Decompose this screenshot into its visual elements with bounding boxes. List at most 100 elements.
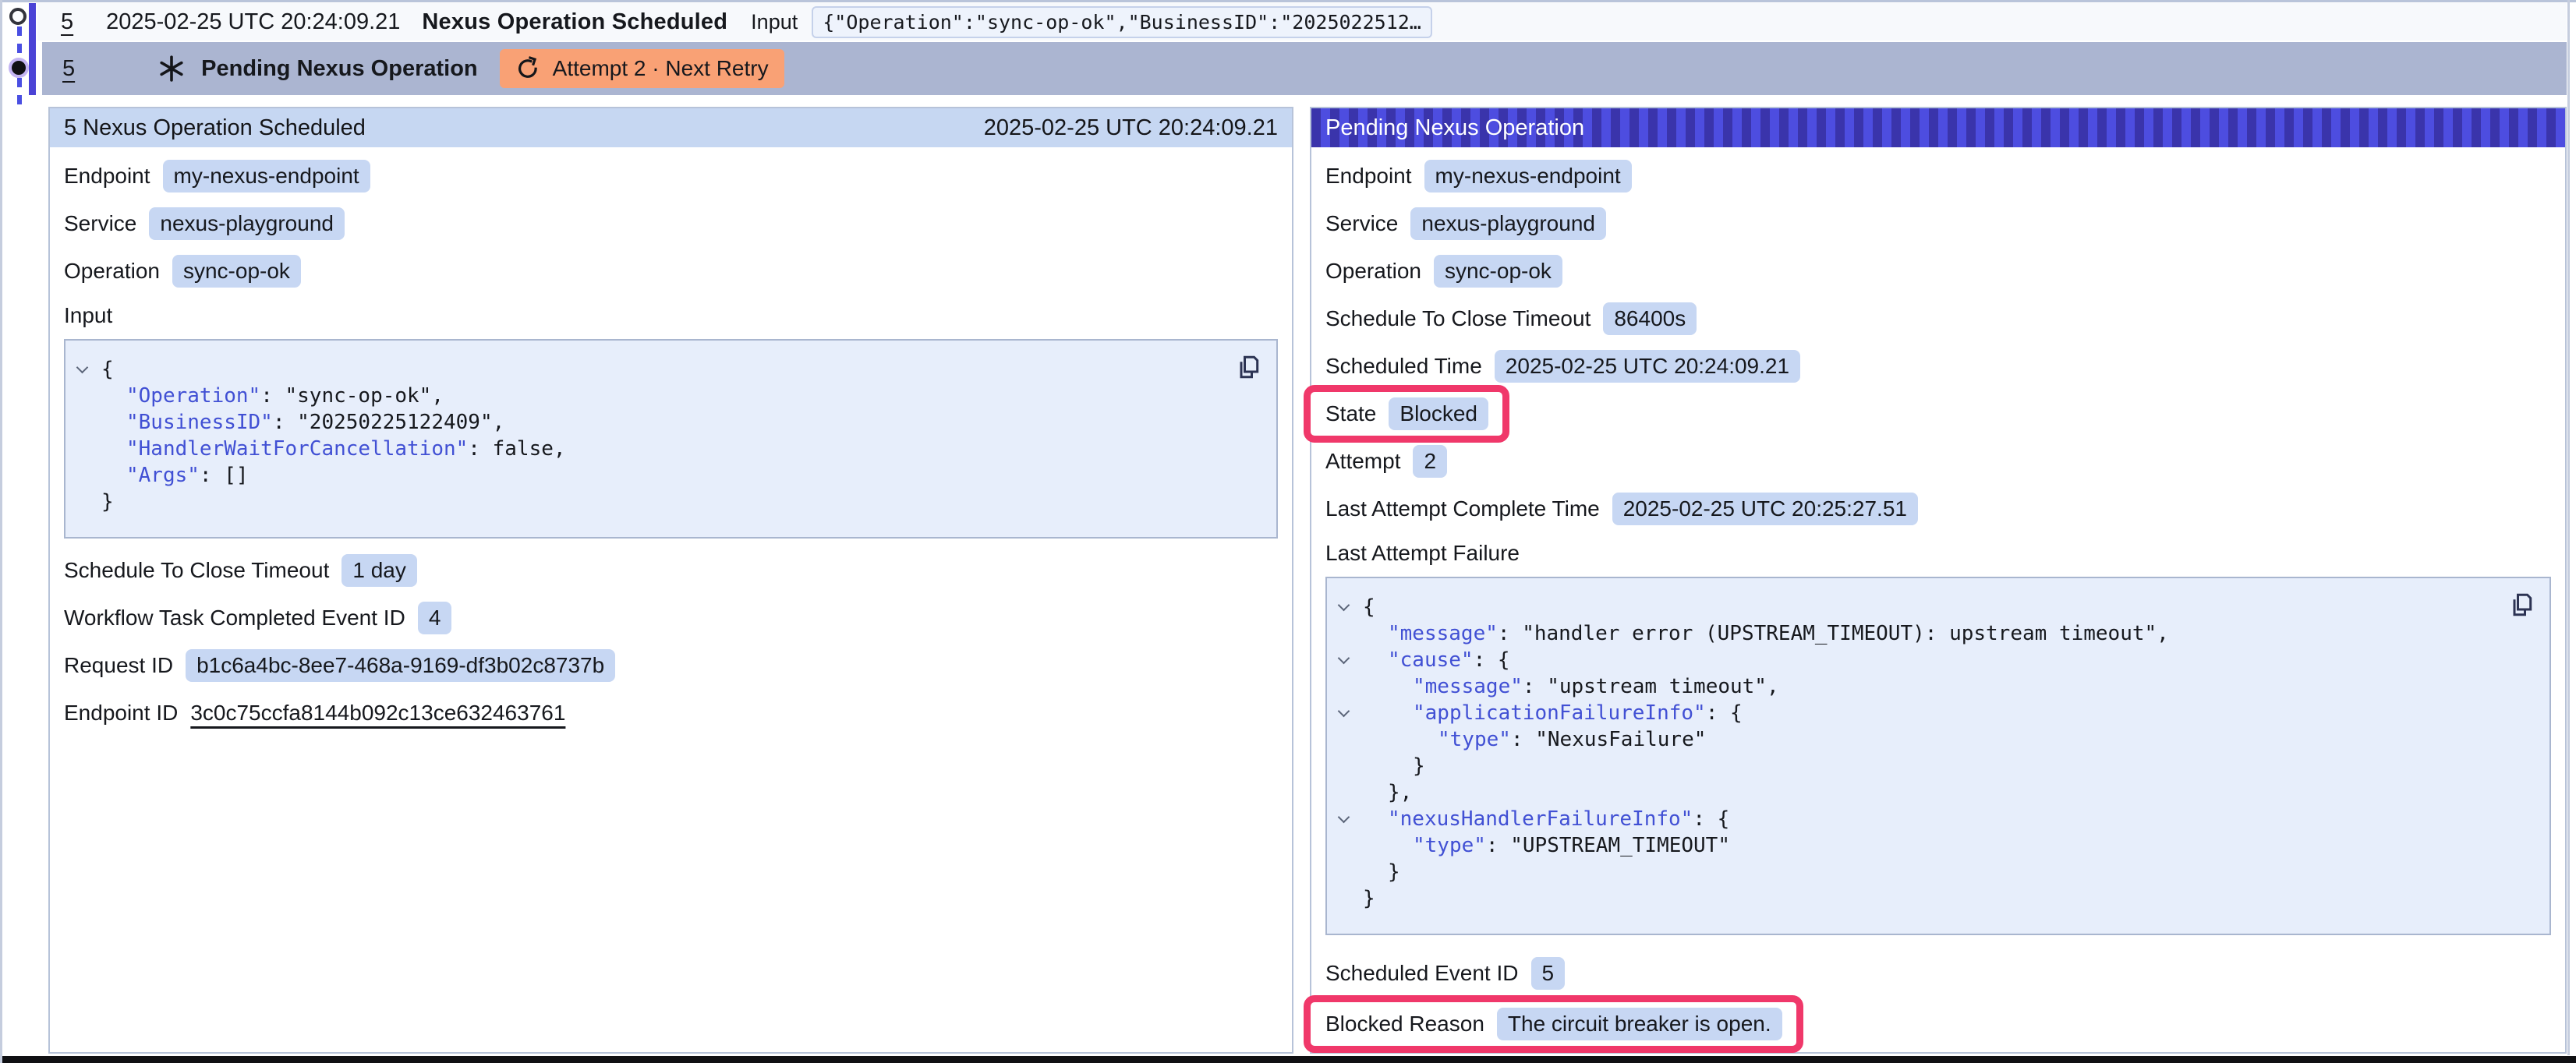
pending-nexus-operation-row[interactable]: 5 Pending Nexus Operation Attempt 2 · Ne… <box>42 42 2567 95</box>
json-text: : [] <box>200 464 249 487</box>
field-value-badge: 2025-02-25 UTC 20:25:27.51 <box>1612 493 1918 525</box>
json-line: "nexusHandlerFailureInfo": { <box>1327 806 2503 832</box>
field-operation: Operation sync-op-ok <box>1325 255 2551 288</box>
event-id-link[interactable]: 5 <box>61 9 73 35</box>
field-value-badge: 2 <box>1413 445 1447 478</box>
last-attempt-failure-label: Last Attempt Failure <box>1325 541 2551 566</box>
json-line: "cause": { <box>1327 647 2503 673</box>
field-label: Operation <box>64 259 160 284</box>
event-input-label: Input <box>751 10 798 34</box>
field-label: Workflow Task Completed Event ID <box>64 606 405 630</box>
json-key: "HandlerWaitForCancellation" <box>126 437 468 461</box>
field-label: Service <box>1325 211 1398 236</box>
field-label: Endpoint ID <box>64 701 178 726</box>
json-text: : "upstream timeout", <box>1523 675 1779 698</box>
pending-event-id-link[interactable]: 5 <box>62 56 75 82</box>
timeline-marker-filled-circle <box>9 58 29 78</box>
field-scheduled-event-id: Scheduled Event ID 5 <box>1325 957 2551 990</box>
collapse-chevron-icon[interactable] <box>1339 601 1349 610</box>
failure-json-viewer: {"message": "handler error (UPSTREAM_TIM… <box>1325 577 2551 935</box>
field-label: Endpoint <box>1325 164 1412 189</box>
event-row-nexus-operation-scheduled[interactable]: 5 2025-02-25 UTC 20:24:09.21 Nexus Opera… <box>37 3 2567 41</box>
field-label: Service <box>64 211 136 236</box>
field-label: Endpoint <box>64 164 150 189</box>
json-text: { <box>1363 595 1375 619</box>
field-value-badge: b1c6a4bc-8ee7-468a-9169-df3b02c8737b <box>186 649 615 682</box>
json-text: : { <box>1474 648 1510 672</box>
state-value-badge: Blocked <box>1389 397 1488 430</box>
field-label: Request ID <box>64 653 173 678</box>
field-label: Blocked Reason <box>1325 1012 1484 1037</box>
json-line: "Args": [] <box>65 462 1230 489</box>
json-line: "message": "handler error (UPSTREAM_TIME… <box>1327 620 2503 647</box>
state-highlight-annotation: State Blocked <box>1304 385 1509 443</box>
json-key: "type" <box>1438 728 1511 751</box>
field-request-id: Request ID b1c6a4bc-8ee7-468a-9169-df3b0… <box>64 649 1278 682</box>
json-line: "Operation": "sync-op-ok", <box>65 383 1230 409</box>
field-service: Service nexus-playground <box>1325 207 2551 240</box>
left-border <box>0 0 2 1063</box>
json-text: } <box>101 490 114 514</box>
json-line: } <box>1327 753 2503 779</box>
collapse-chevron-icon[interactable] <box>78 363 87 373</box>
blocked-reason-value-badge: The circuit breaker is open. <box>1497 1008 1782 1040</box>
field-value-badge: nexus-playground <box>149 207 345 240</box>
field-label: Scheduled Time <box>1325 354 1482 379</box>
json-text: : { <box>1693 807 1729 831</box>
active-event-group-indicator <box>29 3 36 95</box>
field-label: Operation <box>1325 259 1421 284</box>
json-line: { <box>1327 594 2503 620</box>
field-value-badge: 86400s <box>1603 302 1697 335</box>
field-schedule-to-close-timeout: Schedule To Close Timeout 1 day <box>64 554 1278 587</box>
json-key: "message" <box>1413 675 1523 698</box>
copy-icon[interactable] <box>2507 591 2535 619</box>
json-line: "applicationFailureInfo": { <box>1327 700 2503 726</box>
json-line: } <box>1327 885 2503 912</box>
field-value-badge: my-nexus-endpoint <box>163 160 370 192</box>
field-blocked-reason: Blocked Reason The circuit breaker is op… <box>1325 1008 2551 1040</box>
json-text: { <box>101 358 114 381</box>
json-text: : false, <box>468 437 565 461</box>
json-line: "HandlerWaitForCancellation": false, <box>65 436 1230 462</box>
field-last-attempt-complete-time: Last Attempt Complete Time 2025-02-25 UT… <box>1325 493 2551 525</box>
json-text: : "NexusFailure" <box>1511 728 1706 751</box>
json-text: : "handler error (UPSTREAM_TIMEOUT): ups… <box>1498 622 2169 645</box>
left-panel-title: 5 Nexus Operation Scheduled <box>64 115 366 141</box>
field-schedule-to-close-timeout: Schedule To Close Timeout 86400s <box>1325 302 2551 335</box>
pending-event-name: Pending Nexus Operation <box>201 56 478 82</box>
retry-icon <box>515 56 540 81</box>
json-line: "type": "NexusFailure" <box>1327 726 2503 753</box>
input-json-viewer: {"Operation": "sync-op-ok","BusinessID":… <box>64 339 1278 539</box>
field-value-badge: sync-op-ok <box>1434 255 1562 288</box>
retry-status-badge: Attempt 2 · Next Retry <box>500 49 784 88</box>
right-panel-title: Pending Nexus Operation <box>1325 115 1584 141</box>
timeline-marker-open-circle <box>9 8 27 25</box>
window-bottom-edge <box>2 1056 2576 1063</box>
json-key: "type" <box>1413 834 1486 857</box>
json-text: } <box>1388 860 1400 884</box>
event-detail-panel-scheduled: 5 Nexus Operation Scheduled 2025-02-25 U… <box>48 107 1293 1054</box>
left-panel-timestamp: 2025-02-25 UTC 20:24:09.21 <box>984 115 1278 141</box>
field-scheduled-time: Scheduled Time 2025-02-25 UTC 20:24:09.2… <box>1325 350 2551 383</box>
json-text: : { <box>1706 701 1743 725</box>
json-line: "message": "upstream timeout", <box>1327 673 2503 700</box>
json-text: } <box>1413 754 1425 778</box>
endpoint-id-link[interactable]: 3c0c75ccfa8144b092c13ce632463761 <box>190 701 565 726</box>
event-input-preview-badge: {"Operation":"sync-op-ok","BusinessID":"… <box>812 6 1432 38</box>
json-line: { <box>65 356 1230 383</box>
blocked-reason-highlight-annotation: Blocked Reason The circuit breaker is op… <box>1304 995 1803 1053</box>
retry-badge-text: Attempt 2 · Next Retry <box>553 56 769 81</box>
field-endpoint: Endpoint my-nexus-endpoint <box>1325 160 2551 192</box>
pending-operation-detail-panel: Pending Nexus Operation Endpoint my-nexu… <box>1310 107 2567 1054</box>
collapse-chevron-icon[interactable] <box>1339 654 1349 663</box>
json-text: : "UPSTREAM_TIMEOUT" <box>1486 834 1730 857</box>
field-value-badge: 2025-02-25 UTC 20:24:09.21 <box>1495 350 1800 383</box>
collapse-chevron-icon[interactable] <box>1339 707 1349 716</box>
copy-icon[interactable] <box>1234 353 1262 381</box>
right-panel-content: Endpoint my-nexus-endpoint Service nexus… <box>1311 147 2565 1040</box>
event-name: Nexus Operation Scheduled <box>422 9 727 35</box>
field-state: State Blocked <box>1325 397 2551 430</box>
json-line: } <box>1327 859 2503 885</box>
collapse-chevron-icon[interactable] <box>1339 813 1349 822</box>
json-line: "BusinessID": "20250225122409", <box>65 409 1230 436</box>
